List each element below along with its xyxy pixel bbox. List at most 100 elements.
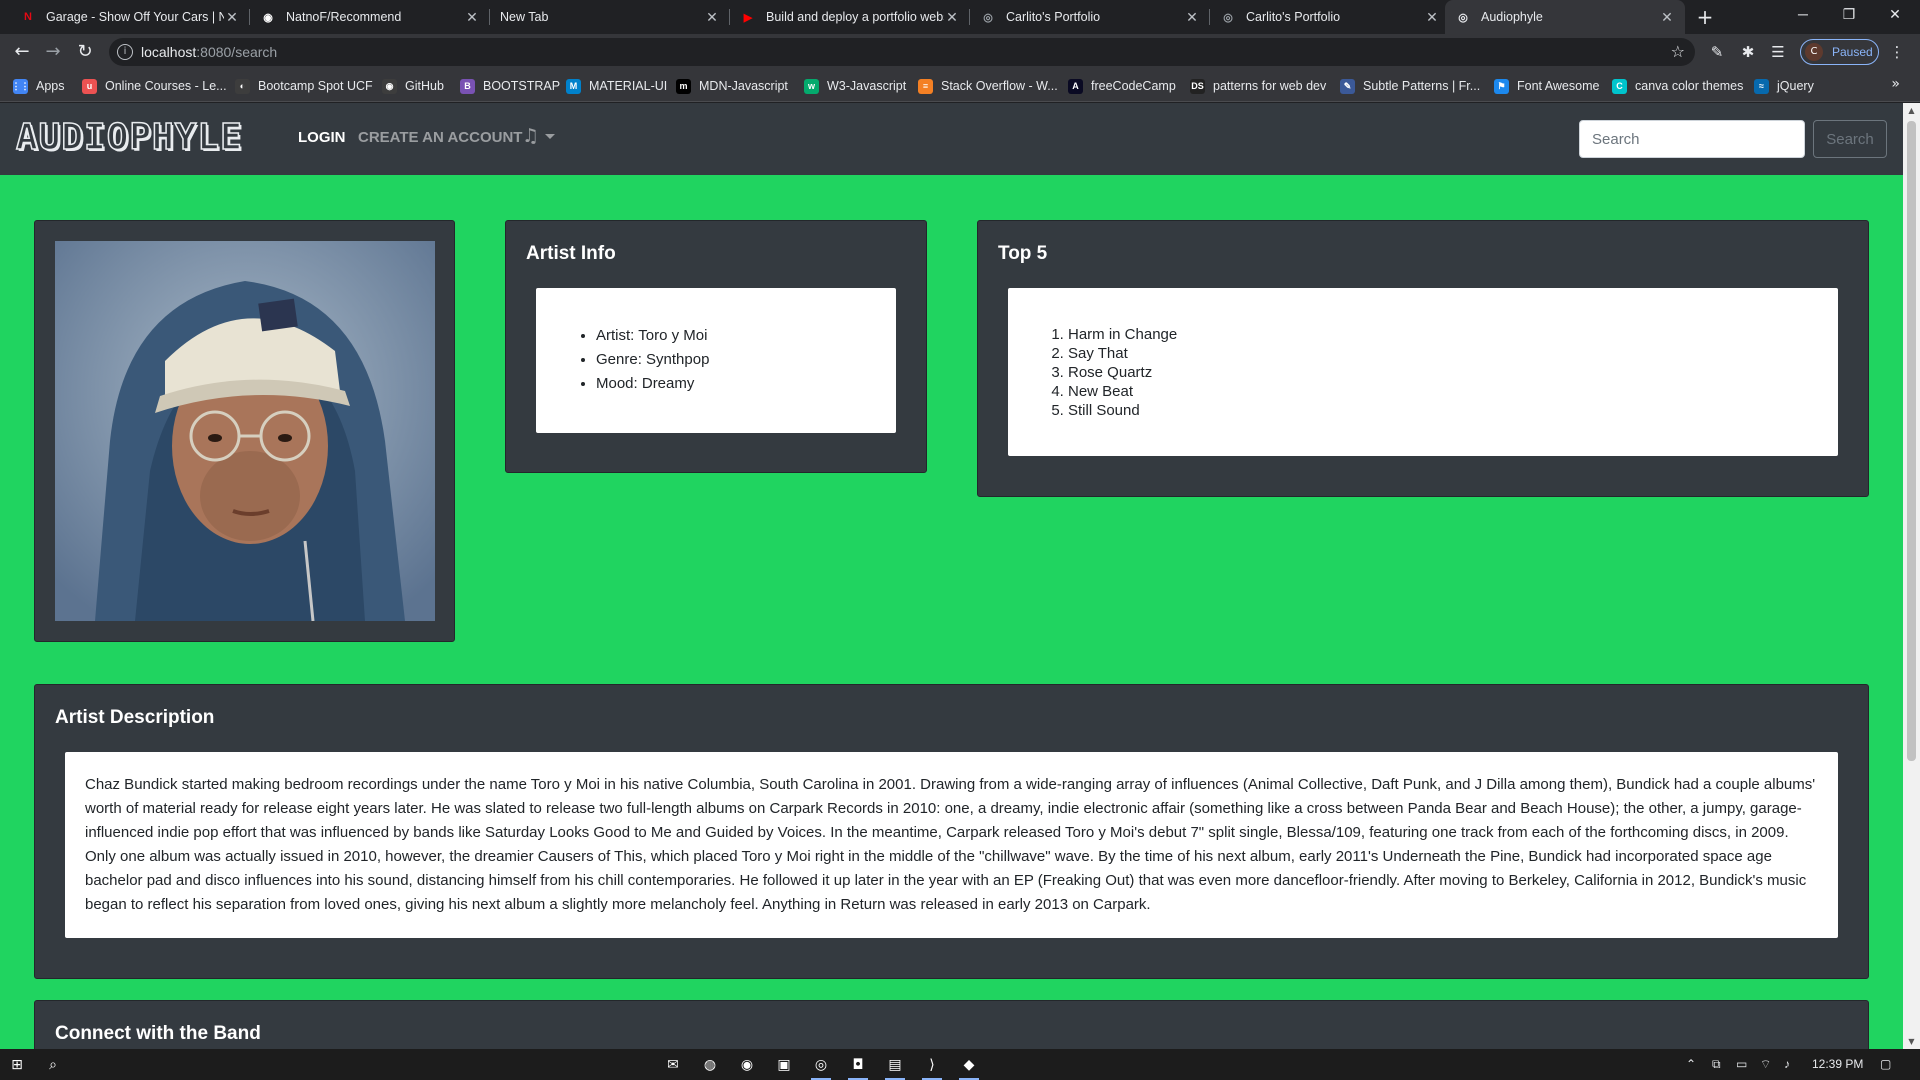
list-item: New Beat [1068,382,1838,401]
brand-logo[interactable]: AUDIOPHYLE [15,116,243,159]
steam-icon[interactable]: ◍ [698,1053,722,1077]
pen-extension-icon[interactable]: ✎ [1706,42,1728,64]
site-navbar: AUDIOPHYLE LOGIN CREATE AN ACCOUNT ♫ Sea… [0,103,1903,175]
mail-icon[interactable]: ✉ [661,1053,685,1077]
browser-tab[interactable]: ▶ Build and deploy a portfolio website ✕ [730,0,970,34]
discord-icon[interactable]: ◘ [846,1053,870,1080]
minimize-button[interactable]: ─ [1780,0,1826,30]
bookmark-item[interactable]: ◉ GitHub [382,77,444,95]
clock[interactable]: 12:39 PM [1812,1057,1863,1071]
netflix-n-icon: N [24,11,32,23]
bookmark-item[interactable]: DS patterns for web dev [1190,77,1326,95]
mdn-icon: m [676,78,691,94]
search-button[interactable]: Search [1813,120,1887,158]
list-item: Say That [1068,344,1838,363]
browser-tab[interactable]: New Tab ✕ [490,0,730,34]
close-tab-icon[interactable]: ✕ [1659,9,1675,26]
chrome-alt-icon[interactable]: ◉ [735,1053,759,1077]
volume-icon[interactable]: ♪ [1784,1057,1790,1071]
chrome-icon[interactable]: ◎ [809,1053,833,1080]
bookmark-item[interactable]: M MATERIAL-UI [566,77,667,95]
artist-info-list: Artist: Toro y Moi Genre: Synthpop Mood:… [536,288,896,393]
freecodecamp-icon: A [1068,78,1083,94]
zoom-icon[interactable]: ▣ [772,1053,796,1077]
list-item: Still Sound [1068,401,1838,420]
restore-button[interactable]: ❐ [1826,0,1872,30]
page-viewport: AUDIOPHYLE LOGIN CREATE AN ACCOUNT ♫ Sea… [0,103,1920,1049]
avatar: C [1805,43,1823,61]
reload-icon[interactable]: ↻ [72,39,98,65]
chevron-up-icon[interactable]: ⌃ [1686,1057,1696,1071]
search-icon[interactable]: ⌕ [41,1053,65,1077]
artist-description-heading: Artist Description [55,707,215,728]
close-tab-icon[interactable]: ✕ [944,9,960,26]
site-info-icon[interactable]: i [117,44,133,60]
address-bar[interactable]: i localhost:8080/search ☆ [109,38,1695,66]
login-link[interactable]: LOGIN [298,129,346,146]
close-window-button[interactable]: ✕ [1872,0,1918,30]
forward-arrow-icon[interactable]: → [40,39,66,65]
bookmark-item[interactable]: ⚑ Font Awesome [1494,77,1599,95]
list-item: Artist: Toro y Moi [596,326,896,345]
artist-portrait-illustration [55,241,435,621]
globe-icon: ◎ [1223,11,1233,24]
chevron-right-icon[interactable]: » [1891,76,1900,92]
browser-tab[interactable]: ◎ Carlito's Portfolio ✕ [1210,0,1450,34]
apps-grid-icon: ⋮⋮ [12,78,30,94]
browser-tab-active[interactable]: ◎ Audiophyle ✕ [1445,0,1685,34]
scroll-up-arrow-icon[interactable]: ▲ [1907,106,1916,115]
close-tab-icon[interactable]: ✕ [1424,9,1440,26]
scroll-down-arrow-icon[interactable]: ▼ [1907,1037,1916,1046]
profile-chip[interactable]: C Paused [1800,39,1879,65]
create-account-link[interactable]: CREATE AN ACCOUNT [358,129,522,146]
bookmark-item[interactable]: Ccanva color themes [1612,77,1743,95]
file-explorer-icon[interactable]: ▤ [883,1053,907,1080]
new-tab-button[interactable]: + [1693,5,1717,29]
wifi-icon[interactable]: ⌔ [1760,1057,1771,1072]
artist-photo-card [34,220,455,642]
reading-list-icon[interactable]: ☰ [1767,42,1789,64]
bookmark-item[interactable]: ✎ Subtle Patterns | Fr... [1340,77,1480,95]
tab-title: New Tab [500,10,549,24]
search-input[interactable] [1579,120,1805,158]
browser-tab[interactable]: ◉ NatnoF/Recommend ✕ [250,0,490,34]
notification-icon[interactable]: ▢ [1880,1057,1891,1071]
bookmark-item[interactable]: u Online Courses - Le... [82,77,227,95]
close-tab-icon[interactable]: ✕ [1184,9,1200,26]
bookmark-item[interactable]: m MDN-Javascript [676,77,788,95]
bookmark-item[interactable]: ≡ Stack Overflow - W... [918,77,1058,95]
close-tab-icon[interactable]: ✕ [464,9,480,26]
artist-info-heading: Artist Info [526,243,616,264]
bookmark-item[interactable]: w W3-Javascript [804,77,906,95]
subtle-patterns-icon: ✎ [1340,78,1355,94]
bookmark-item[interactable]: B BOOTSTRAP [460,77,560,95]
bookmark-item[interactable]: ◐ Bootcamp Spot UCF [235,77,373,95]
page-scrollbar[interactable]: ▲ ▼ [1903,103,1920,1049]
git-kraken-icon[interactable]: ◆ [957,1053,981,1080]
close-tab-icon[interactable]: ✕ [224,9,240,26]
browser-tab-strip: N Garage - Show Off Your Cars | Nationwi… [0,0,1920,34]
browser-tab[interactable]: N Garage - Show Off Your Cars | Nationwi… [10,0,250,34]
windows-start-icon[interactable]: ⊞ [5,1053,29,1077]
stackoverflow-icon: ≡ [918,78,933,94]
browser-tab[interactable]: ◎ Carlito's Portfolio ✕ [970,0,1210,34]
extensions-puzzle-icon[interactable]: ✱ [1737,42,1759,64]
windows-taskbar: ⊞ ⌕ ✉ ◍ ◉ ▣ ◎ ◘ ▤ ⟩ ◆ ⌃ ⧉ ▭ ⌔ ♪ 12:39 PM… [0,1049,1920,1080]
bookmark-item[interactable]: ⋮⋮ Apps [12,77,65,95]
back-arrow-icon[interactable]: ← [9,39,35,65]
meet-icon[interactable]: ⧉ [1712,1057,1721,1072]
music-dropdown-toggle[interactable]: ♫ [522,125,556,147]
scrollbar-thumb[interactable] [1907,121,1916,761]
bookmark-label: Font Awesome [1517,79,1600,93]
youtube-icon: ▶ [743,11,753,24]
kebab-menu-icon[interactable]: ⋮ [1886,42,1908,64]
bookmark-label: MDN-Javascript [699,79,788,93]
bookmark-item[interactable]: ≈ jQuery [1754,77,1814,95]
vscode-icon[interactable]: ⟩ [920,1053,944,1080]
bookmark-item[interactable]: AfreeCodeCamp [1068,77,1176,95]
tab-title: Carlito's Portfolio [1006,10,1101,24]
browser-toolbar: ← → ↻ i localhost:8080/search ☆ ✎ ✱ ☰ C … [0,34,1920,70]
battery-icon[interactable]: ▭ [1736,1057,1747,1071]
close-tab-icon[interactable]: ✕ [704,9,720,26]
bookmark-star-icon[interactable]: ☆ [1671,42,1685,61]
